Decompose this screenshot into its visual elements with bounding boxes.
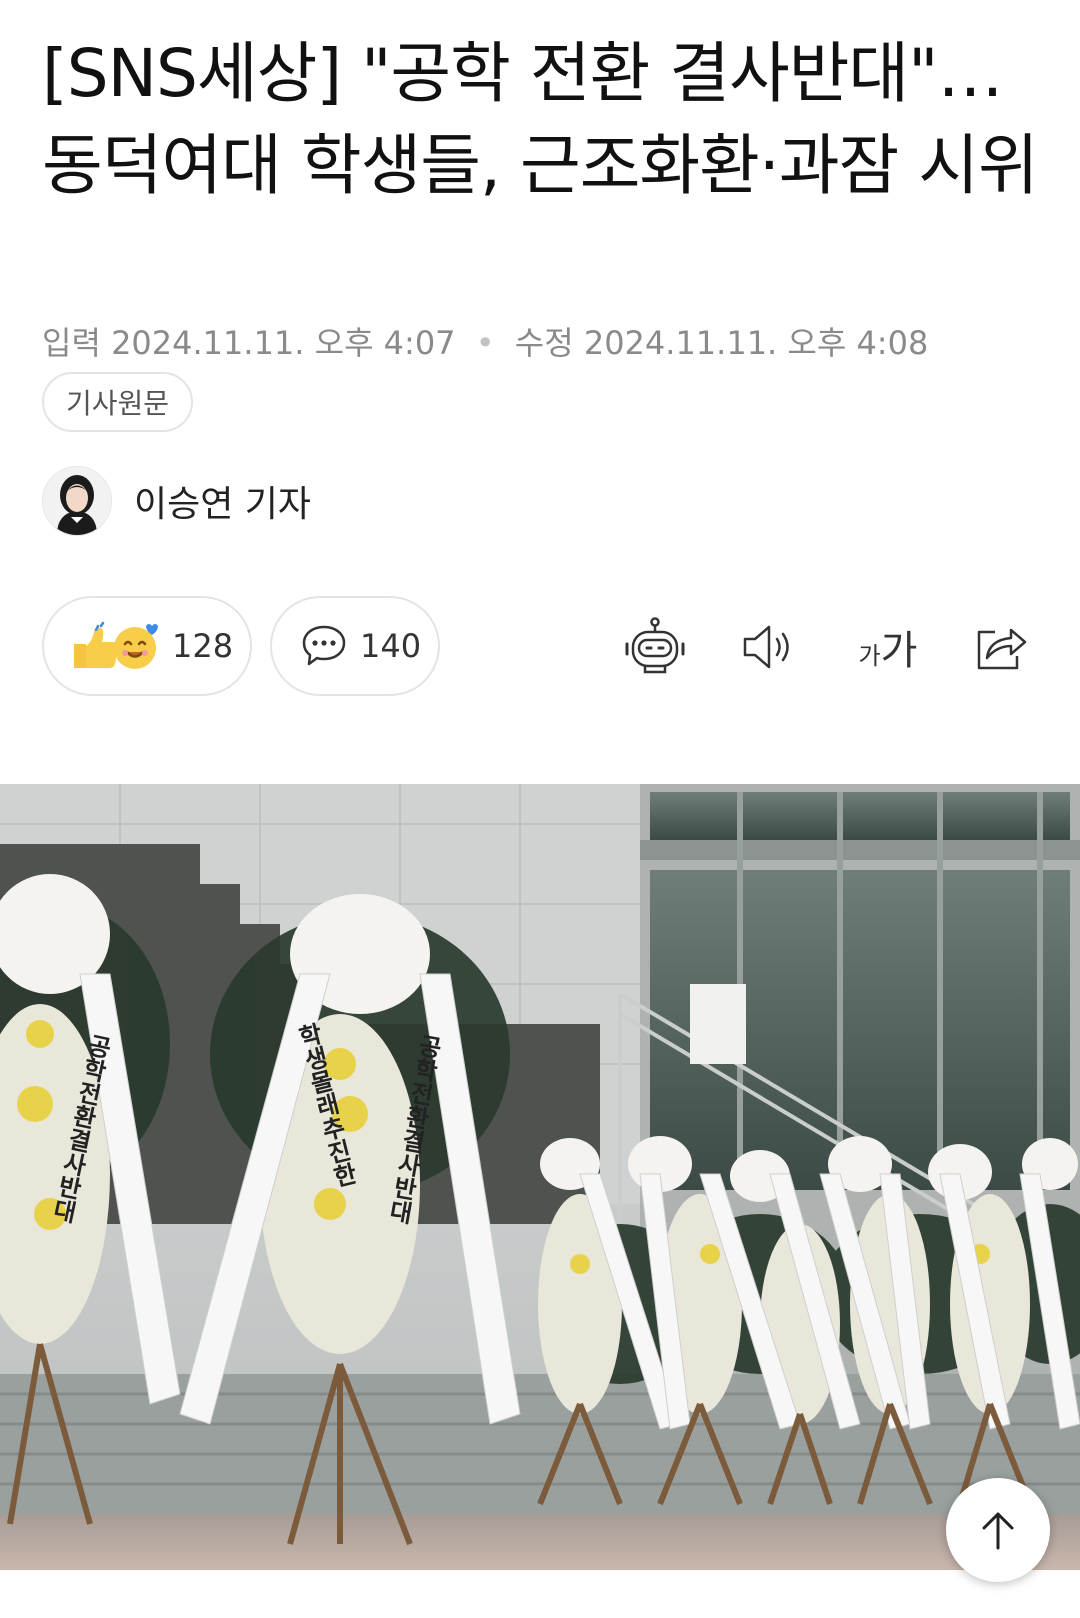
comment-button[interactable]: 140 bbox=[270, 596, 440, 696]
font-size-large-label: 가 bbox=[880, 628, 918, 674]
share-icon bbox=[977, 628, 1027, 670]
article-photo: 공학전환결사반대 학생몰래추진한 공학전환결사반대 bbox=[0, 784, 1080, 1570]
article-timestamps: 입력 2024.11.11. 오후 4:07 • 수정 2024.11.11. … bbox=[42, 318, 928, 364]
edit-label: 수정 bbox=[514, 324, 574, 362]
summary-bot-button[interactable] bbox=[620, 612, 690, 682]
font-size-button[interactable]: 가 가 bbox=[848, 612, 928, 682]
separator-dot: • bbox=[475, 324, 495, 362]
author-row[interactable]: 이승연 기자 bbox=[42, 466, 311, 536]
original-article-button[interactable]: 기사원문 bbox=[42, 372, 194, 432]
robot-icon bbox=[625, 617, 685, 674]
article-title: [SNS세상] "공학 전환 결사반대"… 동덕여대 학생들, 근조화환·과잠 … bbox=[42, 35, 1039, 204]
tts-button[interactable] bbox=[734, 612, 804, 682]
scroll-to-top-button[interactable] bbox=[946, 1478, 1050, 1582]
speech-bubble-icon bbox=[302, 625, 346, 666]
speaker-icon bbox=[743, 625, 789, 669]
reaction-emoji-icon bbox=[74, 621, 158, 669]
reaction-button[interactable]: 128 bbox=[42, 596, 252, 696]
avatar[interactable] bbox=[42, 466, 112, 536]
edit-time: 2024.11.11. 오후 4:08 bbox=[583, 324, 929, 362]
comment-count: 140 bbox=[360, 627, 422, 665]
font-size-small-label: 가 bbox=[858, 641, 881, 670]
arrow-up-icon bbox=[982, 1512, 1014, 1550]
input-label: 입력 bbox=[42, 324, 101, 362]
input-time: 2024.11.11. 오후 4:07 bbox=[111, 324, 456, 362]
author-name[interactable]: 이승연 기자 bbox=[134, 475, 311, 527]
share-button[interactable] bbox=[966, 612, 1036, 682]
reaction-count: 128 bbox=[172, 627, 234, 665]
